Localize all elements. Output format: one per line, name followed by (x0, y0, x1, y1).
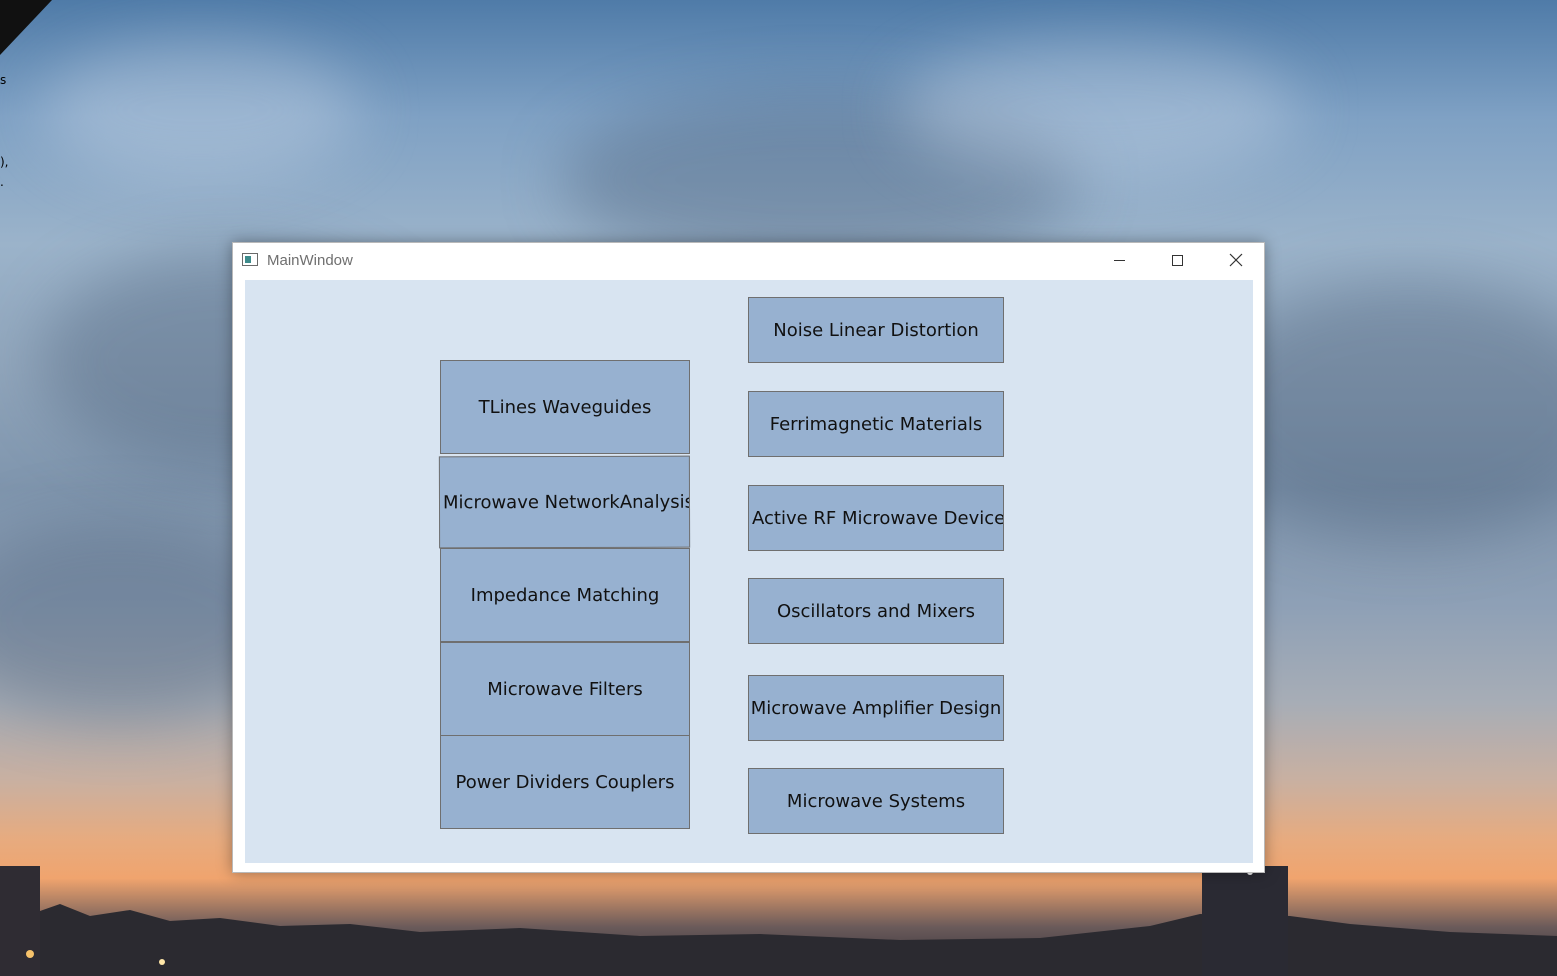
button-label: Power Dividers Couplers (455, 771, 675, 793)
button-label: Impedance Matching (470, 584, 660, 606)
minimize-button[interactable] (1090, 243, 1148, 279)
microwave-systems-button[interactable]: Microwave Systems (748, 768, 1004, 834)
button-label: Microwave NetworkAnalysis (442, 491, 691, 513)
button-label: Microwave Amplifier Design (750, 697, 1002, 719)
oscillators-and-mixers-button[interactable]: Oscillators and Mixers (748, 578, 1004, 644)
main-window: MainWindow TLines Waveguides Microwave N… (232, 242, 1265, 873)
desktop-edge-text: . (0, 175, 4, 189)
window-title: MainWindow (267, 252, 353, 269)
maximize-icon (1172, 255, 1183, 266)
microwave-filters-button[interactable]: Microwave Filters (440, 642, 690, 736)
desktop-edge-text: ), (0, 155, 9, 169)
desktop-corner-shape (0, 0, 52, 55)
button-label: TLines Waveguides (478, 396, 652, 418)
button-label: Active RF Microwave Devices (752, 507, 1004, 529)
noise-linear-distortion-button[interactable]: Noise Linear Distortion (748, 297, 1004, 363)
button-label: Noise Linear Distortion (773, 319, 979, 341)
button-label: Microwave Systems (786, 790, 966, 812)
minimize-icon (1114, 260, 1125, 261)
cloud (900, 40, 1300, 180)
microwave-network-analysis-button[interactable]: Microwave NetworkAnalysis (438, 455, 691, 549)
desktop-edge-text: s (0, 73, 7, 87)
button-label: Oscillators and Mixers (776, 600, 976, 622)
tlines-waveguides-button[interactable]: TLines Waveguides (440, 360, 690, 454)
active-rf-microwave-devices-button[interactable]: Active RF Microwave Devices (748, 485, 1004, 551)
power-dividers-couplers-button[interactable]: Power Dividers Couplers (440, 735, 690, 829)
close-icon (1229, 253, 1243, 267)
cloud (40, 40, 360, 180)
client-area: TLines Waveguides Microwave NetworkAnaly… (245, 280, 1253, 863)
button-label: Microwave Filters (487, 678, 643, 700)
app-window-icon (242, 253, 258, 266)
button-label: Ferrimagnetic Materials (769, 413, 983, 435)
ferrimagnetic-materials-button[interactable]: Ferrimagnetic Materials (748, 391, 1004, 457)
title-bar[interactable]: MainWindow (233, 243, 1264, 279)
impedance-matching-button[interactable]: Impedance Matching (440, 548, 690, 642)
maximize-button[interactable] (1148, 243, 1206, 279)
close-button[interactable] (1206, 243, 1264, 279)
city-skyline (0, 866, 1557, 976)
microwave-amplifier-design-button[interactable]: Microwave Amplifier Design (748, 675, 1004, 741)
